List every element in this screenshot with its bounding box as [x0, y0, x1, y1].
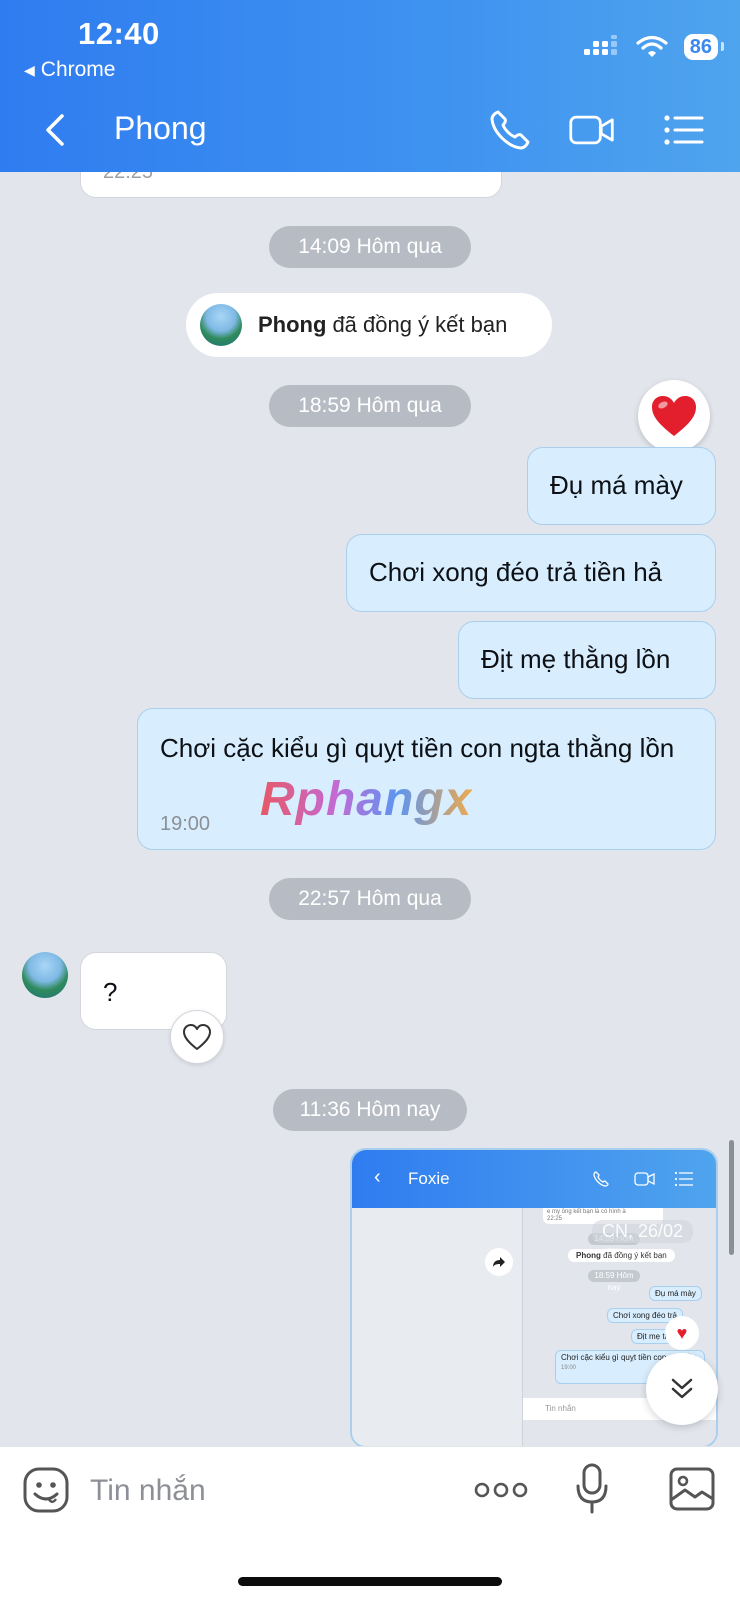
avatar[interactable]: [200, 304, 242, 346]
message-text: Chơi cặc kiểu gì quỵt tiền con ngta thằn…: [160, 733, 675, 763]
inner-friend-event: Phong đã đồng ý kết bạn: [568, 1249, 675, 1262]
friend-event-text: đã đồng ý kết bạn: [332, 312, 508, 337]
inner-time: 19:00: [561, 1365, 577, 1371]
chat-title[interactable]: Phong: [114, 110, 207, 147]
friend-accepted-event: Phong đã đồng ý kết bạn: [186, 293, 552, 357]
watermark-logo: Rphangx: [260, 773, 473, 826]
image-gallery-icon[interactable]: [668, 1466, 716, 1512]
message-text: Đụ má mày: [550, 470, 683, 500]
menu-list-icon[interactable]: [660, 106, 708, 154]
wifi-icon: [636, 35, 668, 57]
thumb-back-icon: ‹: [374, 1166, 381, 1188]
outgoing-message[interactable]: Chơi xong đéo trả tiền hả: [346, 534, 716, 612]
thumbnail-header: ‹ Foxie: [352, 1150, 716, 1208]
time-separator: 18:59 Hôm qua: [269, 385, 471, 427]
thumb-phone-icon: [593, 1171, 609, 1187]
inner-heart-icon: ♥: [665, 1316, 699, 1350]
message-time: 19:00: [160, 813, 211, 835]
time-separator: 14:09 Hôm qua: [269, 226, 471, 268]
message-text: ?: [103, 977, 118, 1007]
heart-outline-icon: [183, 1024, 211, 1050]
battery-indicator: 86: [683, 34, 725, 60]
time-separator: 11:36 Hôm nay: [273, 1089, 467, 1131]
back-app-label: Chrome: [40, 58, 116, 81]
status-icons: 86: [583, 34, 725, 60]
contact-avatar[interactable]: [22, 952, 68, 998]
outgoing-message[interactable]: Đụ má mày: [527, 447, 716, 525]
phone-call-icon[interactable]: [486, 106, 534, 154]
message-text: Chơi xong đéo trả tiền hả: [369, 557, 663, 587]
time-separator: 22:57 Hôm qua: [269, 878, 471, 920]
inner-placeholder: Tin nhắn: [545, 1404, 576, 1413]
thumb-menu-icon: [674, 1171, 693, 1187]
inner-message: Đụ má mày: [649, 1286, 702, 1301]
status-time: 12:40: [78, 16, 160, 51]
scroll-to-bottom-button[interactable]: [646, 1353, 718, 1425]
more-options-icon[interactable]: [474, 1478, 528, 1502]
heart-reaction[interactable]: [638, 380, 710, 452]
signal-icon: [583, 35, 617, 55]
inner-friend-text: đã đồng ý kết bạn: [603, 1251, 667, 1260]
heart-icon: [652, 396, 696, 436]
message-input[interactable]: Tin nhắn: [90, 1474, 206, 1508]
message-text: Địt mẹ thằng lồn: [481, 644, 671, 674]
share-forward-icon[interactable]: [485, 1248, 513, 1276]
thumb-title: Foxie: [408, 1169, 450, 1188]
friend-name: Phong: [258, 312, 327, 337]
video-call-icon[interactable]: [568, 106, 616, 154]
inner-top-text: e my ông kết bạn là có hình à: [547, 1209, 626, 1215]
date-overlay: CN, 26/02: [592, 1220, 694, 1243]
thumb-video-icon: [634, 1172, 655, 1186]
scrollbar[interactable]: [729, 1140, 734, 1255]
microphone-icon[interactable]: [574, 1462, 610, 1514]
react-heart-button[interactable]: [170, 1010, 224, 1064]
back-arrow-icon[interactable]: [36, 108, 76, 152]
inner-pill: 18:59 Hôm nay: [588, 1270, 640, 1292]
chevron-double-down-icon: [671, 1378, 693, 1399]
inner-friend-name: Phong: [576, 1251, 601, 1260]
sticker-emoji-icon[interactable]: [22, 1466, 70, 1514]
outgoing-message[interactable]: Địt mẹ thằng lồn: [458, 621, 716, 699]
back-triangle-icon: ◀: [24, 61, 35, 78]
back-to-app-link[interactable]: ◀ Chrome: [24, 58, 115, 82]
inner-top-time: 22:25: [547, 1216, 563, 1222]
home-indicator: [238, 1577, 502, 1586]
chat-header: 12:40 ◀ Chrome 86 Phong: [0, 0, 740, 172]
